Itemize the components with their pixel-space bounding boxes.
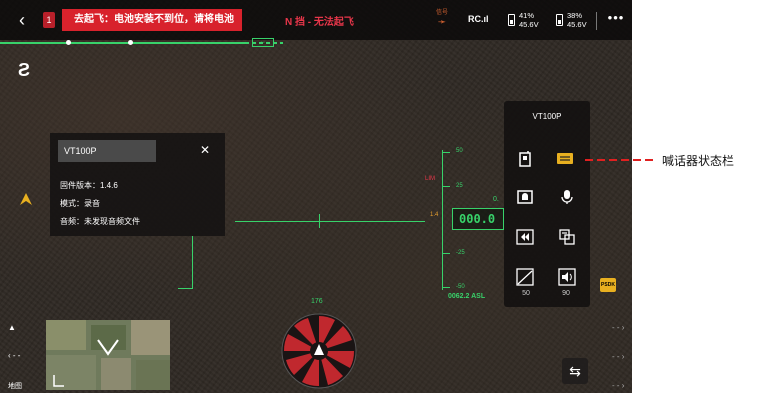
audio-info: 音频：未发现音频文件	[60, 217, 140, 226]
map-collapse-icon[interactable]: ‹ - -	[8, 351, 20, 360]
expand-icon[interactable]: - - ›	[612, 352, 624, 361]
altitude-tick	[442, 287, 450, 288]
battery-1-voltage: 45.6V	[519, 20, 539, 29]
camera-view: ‹ 1 去起飞：电池安装不到位，请将电池 N 挡 - 无法起飞 信号 ➛ RC.…	[0, 0, 632, 393]
psdk-icon[interactable]: PSDK	[600, 278, 616, 292]
horizon-line	[235, 221, 425, 222]
altitude-tick-label: 50	[456, 148, 463, 154]
altitude-limit-label: LIM	[425, 176, 436, 182]
speaker-status-icon[interactable]	[556, 150, 574, 168]
map-pin-icon[interactable]: ▲	[8, 323, 16, 332]
altitude-tick-label: -25	[456, 250, 465, 256]
speed-scale-bracket	[178, 288, 193, 289]
battery-1-status[interactable]: 41% 45.6V	[508, 11, 558, 31]
waypoint-marker	[128, 40, 133, 45]
mode-info: 模式：录音	[60, 199, 100, 208]
progress-marker-icon: ↔	[252, 38, 274, 47]
walkie-talkie-icon[interactable]	[516, 150, 534, 168]
map-toggle-label[interactable]: 地图	[8, 381, 22, 391]
signal-label: 信号	[435, 10, 448, 16]
signal-icon: 信号 ➛	[432, 10, 452, 32]
annotation-leader-line	[585, 159, 657, 161]
back-button[interactable]: ‹	[12, 10, 32, 30]
firmware-version: 固件版本：1.4.6	[60, 181, 118, 190]
altitude-scale	[442, 150, 443, 290]
minimap[interactable]	[46, 320, 170, 390]
altitude-tick-label: 25	[456, 183, 463, 189]
rewind-icon[interactable]	[516, 228, 534, 246]
battery-icon	[556, 14, 563, 26]
volume-value: 90	[562, 290, 570, 297]
asl-altitude: 0062.2 ASL	[448, 293, 486, 300]
brightness-value: 50	[522, 290, 530, 297]
expand-icon[interactable]: - - ›	[612, 381, 624, 390]
altitude-tick-label: -50	[456, 284, 465, 290]
battery-2-voltage: 45.6V	[567, 20, 587, 29]
close-icon[interactable]: ✕	[198, 143, 212, 157]
battery-1-percent: 41%	[519, 11, 535, 20]
microphone-icon[interactable]	[558, 188, 576, 206]
device-name-field: VT100P	[58, 140, 156, 162]
crosshair	[312, 221, 327, 222]
rc-signal-label[interactable]: RC.ıl	[468, 14, 489, 24]
brightness-icon[interactable]	[516, 268, 534, 286]
volume-icon[interactable]	[558, 268, 576, 286]
altitude-readout: 000.0	[452, 208, 504, 230]
speed-scale-bracket	[192, 236, 193, 288]
text-to-speech-icon[interactable]	[558, 228, 576, 246]
battery-2-status[interactable]: 38% 45.6V	[556, 11, 606, 31]
expand-icon[interactable]: - - ›	[612, 323, 624, 332]
warning-count-badge[interactable]: 1	[43, 12, 55, 28]
compass-rose	[281, 313, 357, 389]
battery-2-percent: 38%	[567, 11, 583, 20]
siren-icon[interactable]	[516, 188, 534, 206]
aircraft-direction-icon	[20, 193, 32, 205]
waypoint-marker	[66, 40, 71, 45]
flight-mode-status[interactable]: N 挡 - 无法起飞	[285, 13, 354, 28]
divider	[596, 12, 597, 30]
speaker-panel-title: VT100P	[532, 112, 562, 121]
altitude-secondary-value: 0.	[493, 196, 499, 203]
battery-icon	[508, 14, 515, 26]
altitude-tick	[442, 253, 450, 254]
altitude-tick	[442, 152, 450, 153]
annotation-label: 喊话器状态栏	[662, 154, 735, 168]
altitude-tick	[442, 186, 450, 187]
warning-banner[interactable]: 去起飞：电池安装不到位，请将电池	[62, 9, 242, 31]
route-icon[interactable]: Ƨ	[18, 60, 30, 81]
vertical-speed-indicator: 1.4	[430, 212, 439, 218]
mission-progress-line	[0, 42, 245, 44]
swap-view-button[interactable]: ⇆	[562, 358, 588, 384]
more-menu-button[interactable]: •••	[605, 11, 627, 29]
heading-value: 176	[311, 298, 323, 305]
